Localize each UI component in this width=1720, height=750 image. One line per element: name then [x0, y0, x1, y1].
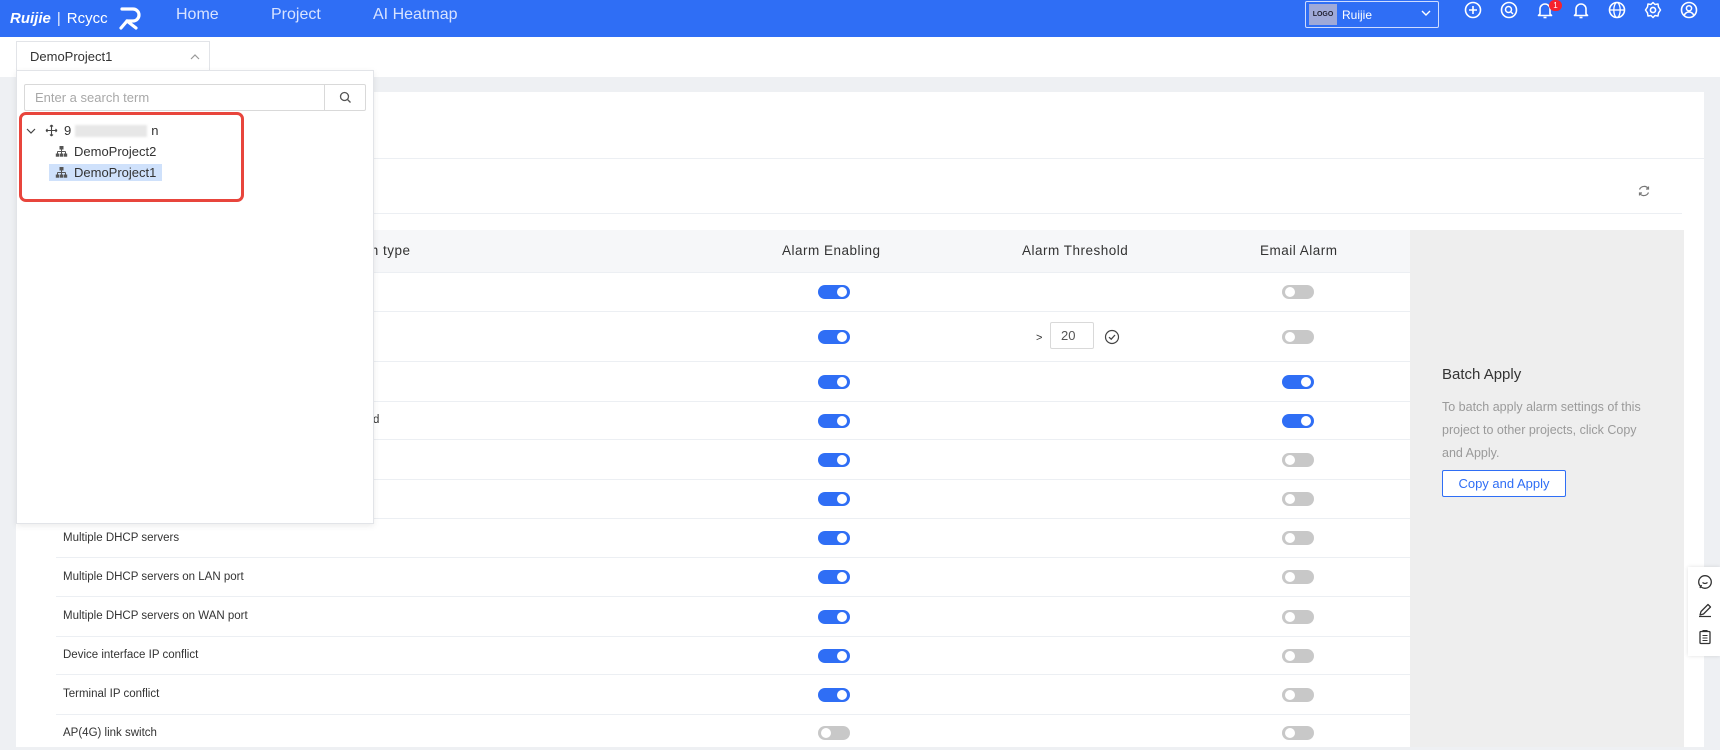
floating-toolbar — [1688, 567, 1720, 656]
tree-node-label: DemoProject1 — [74, 165, 157, 180]
table-row: Multiple DHCP servers — [56, 519, 1410, 558]
search-button[interactable] — [324, 85, 365, 110]
email-alarm-toggle[interactable] — [1282, 570, 1314, 584]
tree-search — [24, 84, 366, 111]
batch-apply-description: To batch apply alarm settings of this pr… — [1442, 400, 1641, 460]
email-alarm-toggle[interactable] — [1282, 375, 1314, 389]
threshold-operator: > — [1036, 332, 1043, 344]
email-alarm-toggle[interactable] — [1282, 688, 1314, 702]
email-alarm-toggle[interactable] — [1282, 726, 1314, 740]
tree-node-label: DemoProject2 — [74, 144, 157, 159]
network-icon — [55, 167, 68, 178]
table-row: Terminal IP conflict — [56, 675, 1410, 715]
search-input[interactable] — [25, 85, 325, 110]
alarm-enable-toggle[interactable] — [818, 531, 850, 545]
brand-sub: Rcycc — [66, 9, 108, 27]
alarm-enable-toggle[interactable] — [818, 330, 850, 344]
tenant-logo: LOGO — [1309, 4, 1337, 25]
alarm-enable-toggle[interactable] — [818, 649, 850, 663]
brand-name: Ruijie — [10, 9, 51, 27]
tree-root-label-start: 9 — [64, 123, 72, 138]
redacted-text — [75, 124, 148, 137]
copy-and-apply-button[interactable]: Copy and Apply — [1442, 470, 1566, 497]
batch-apply-title: Batch Apply — [1442, 366, 1522, 383]
search-icon[interactable] — [1499, 0, 1519, 20]
user-icon[interactable] — [1679, 0, 1699, 20]
search-icon — [339, 91, 351, 103]
alarm-name: Multiple DHCP servers — [63, 532, 180, 544]
clipboard-icon[interactable] — [1697, 629, 1713, 645]
project-tree-dropdown: 9 n DemoProject2 DemoProject1 — [16, 70, 374, 524]
alarm-name: Multiple DHCP servers on LAN port — [63, 571, 244, 583]
nav-project[interactable]: Project — [271, 0, 321, 30]
column-alarm-threshold: Alarm Threshold — [1022, 243, 1129, 258]
refresh-icon[interactable] — [1637, 184, 1651, 198]
email-alarm-toggle[interactable] — [1282, 285, 1314, 299]
alarm-name: AP(4G) link switch — [63, 727, 157, 739]
alarm-enable-toggle[interactable] — [818, 726, 850, 740]
table-row: Device interface IP conflict — [56, 637, 1410, 675]
email-alarm-toggle[interactable] — [1282, 649, 1314, 663]
bell-icon[interactable] — [1571, 0, 1591, 20]
tree-node-demoproject1[interactable]: DemoProject1 — [49, 164, 163, 181]
alarm-name: Device interface IP conflict — [63, 649, 199, 661]
tenant-name: Ruijie — [1342, 7, 1373, 22]
email-alarm-toggle[interactable] — [1282, 414, 1314, 428]
threshold-input[interactable]: 20 — [1050, 322, 1094, 349]
tenant-selector[interactable]: LOGO Ruijie — [1305, 1, 1439, 28]
brand-logo[interactable]: Ruijie | Rcycc — [10, 4, 144, 32]
email-alarm-toggle[interactable] — [1282, 531, 1314, 545]
chevron-down-icon[interactable] — [25, 125, 37, 137]
alarm-enable-toggle[interactable] — [818, 688, 850, 702]
tree-root-label-end: n — [151, 123, 159, 138]
top-navigation-bar: Ruijie | Rcycc Home Project AI Heatmap L… — [0, 0, 1720, 37]
chevron-up-icon — [190, 54, 200, 60]
table-row: AP(4G) link switch — [56, 715, 1410, 750]
alarm-enable-toggle[interactable] — [818, 570, 850, 584]
email-alarm-toggle[interactable] — [1282, 330, 1314, 344]
move-icon — [45, 124, 58, 137]
nav-home[interactable]: Home — [176, 0, 219, 30]
alarm-enable-toggle[interactable] — [818, 414, 850, 428]
alarm-enable-toggle[interactable] — [818, 453, 850, 467]
brand-r-icon — [118, 7, 141, 30]
check-circle-icon[interactable] — [1104, 329, 1120, 345]
table-row: Multiple DHCP servers on LAN port — [56, 558, 1410, 597]
alarm-enable-toggle[interactable] — [818, 492, 850, 506]
chat-icon[interactable] — [1697, 574, 1713, 590]
brand-separator: | — [56, 9, 61, 27]
chevron-down-icon — [1421, 10, 1431, 16]
globe-icon[interactable] — [1607, 0, 1627, 20]
add-icon[interactable] — [1463, 0, 1483, 20]
tree-node-demoproject2[interactable]: DemoProject2 — [55, 144, 156, 159]
project-select[interactable]: DemoProject1 — [16, 41, 210, 71]
email-alarm-toggle[interactable] — [1282, 492, 1314, 506]
alarm-enable-toggle[interactable] — [818, 285, 850, 299]
alarm-enable-toggle[interactable] — [818, 610, 850, 624]
alarm-name: Multiple DHCP servers on WAN port — [63, 610, 248, 622]
email-alarm-toggle[interactable] — [1282, 610, 1314, 624]
table-row: Multiple DHCP servers on WAN port — [56, 597, 1410, 637]
email-alarm-toggle[interactable] — [1282, 453, 1314, 467]
network-icon — [55, 146, 68, 157]
alarm-name: Terminal IP conflict — [63, 688, 160, 700]
edit-icon[interactable] — [1697, 602, 1713, 618]
tree-root-node[interactable]: 9 n — [25, 123, 158, 138]
project-select-value: DemoProject1 — [30, 49, 113, 64]
alarm-enable-toggle[interactable] — [818, 375, 850, 389]
notification-badge: 1 — [1549, 0, 1562, 11]
column-alarm-enabling: Alarm Enabling — [782, 243, 881, 258]
nav-ai-heatmap[interactable]: AI Heatmap — [373, 0, 457, 30]
column-email-alarm: Email Alarm — [1260, 243, 1338, 258]
settings-icon[interactable] — [1643, 0, 1663, 20]
batch-apply-panel: Batch Apply To batch apply alarm setting… — [1410, 230, 1684, 747]
